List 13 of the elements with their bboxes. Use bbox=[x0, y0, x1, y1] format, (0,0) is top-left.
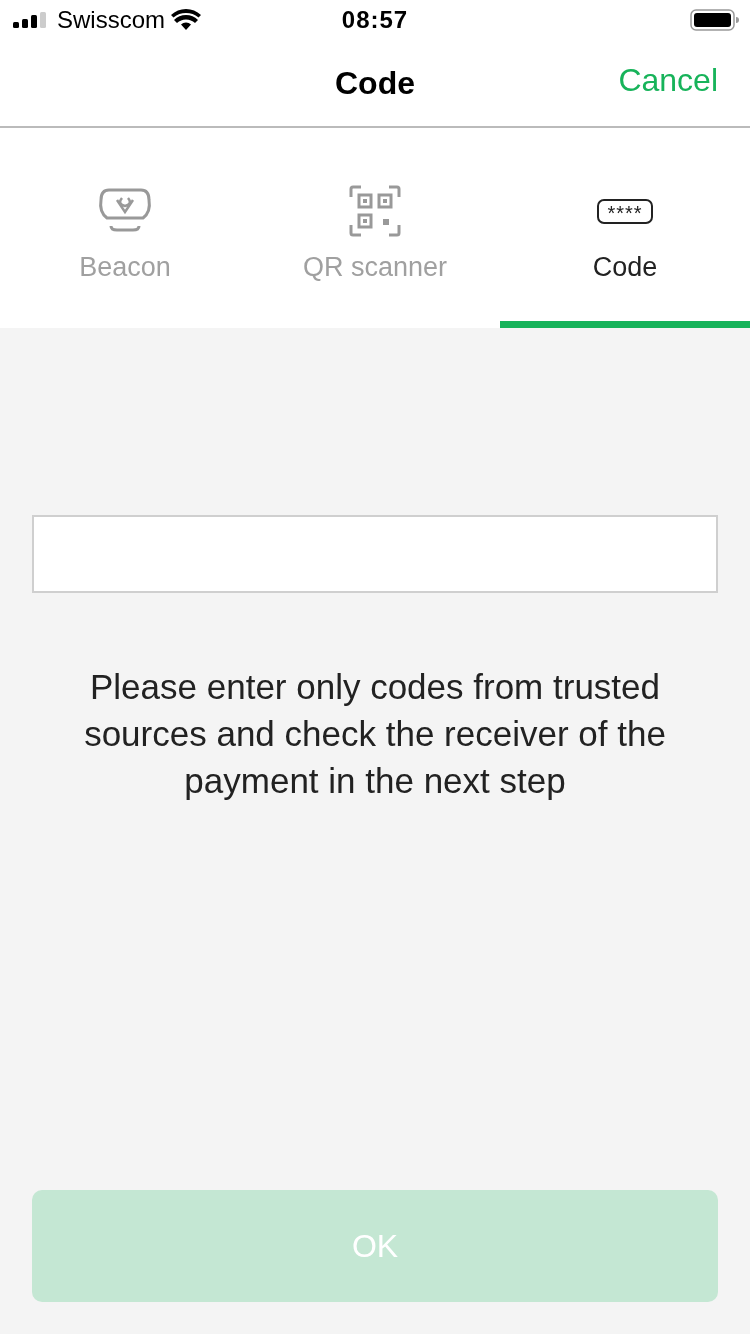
status-time: 08:57 bbox=[341, 6, 409, 34]
battery-icon bbox=[690, 9, 740, 31]
notice-text: Please enter only codes from trusted sources and check the receiver of the payment in the next step bbox=[83, 666, 667, 802]
code-icon: **** bbox=[597, 198, 653, 224]
cancel-button[interactable]: Cancel bbox=[618, 62, 718, 99]
carrier-name: Swisscom bbox=[57, 6, 165, 34]
code-input-field[interactable] bbox=[32, 515, 718, 593]
screen-title: Code bbox=[335, 64, 415, 102]
tab[interactable]: Beacon bbox=[0, 128, 250, 328]
tab[interactable]: **** Code bbox=[500, 128, 750, 328]
tab[interactable]: QR scanner bbox=[250, 128, 500, 328]
qr-code-icon bbox=[349, 185, 401, 237]
wifi-icon bbox=[171, 9, 201, 31]
